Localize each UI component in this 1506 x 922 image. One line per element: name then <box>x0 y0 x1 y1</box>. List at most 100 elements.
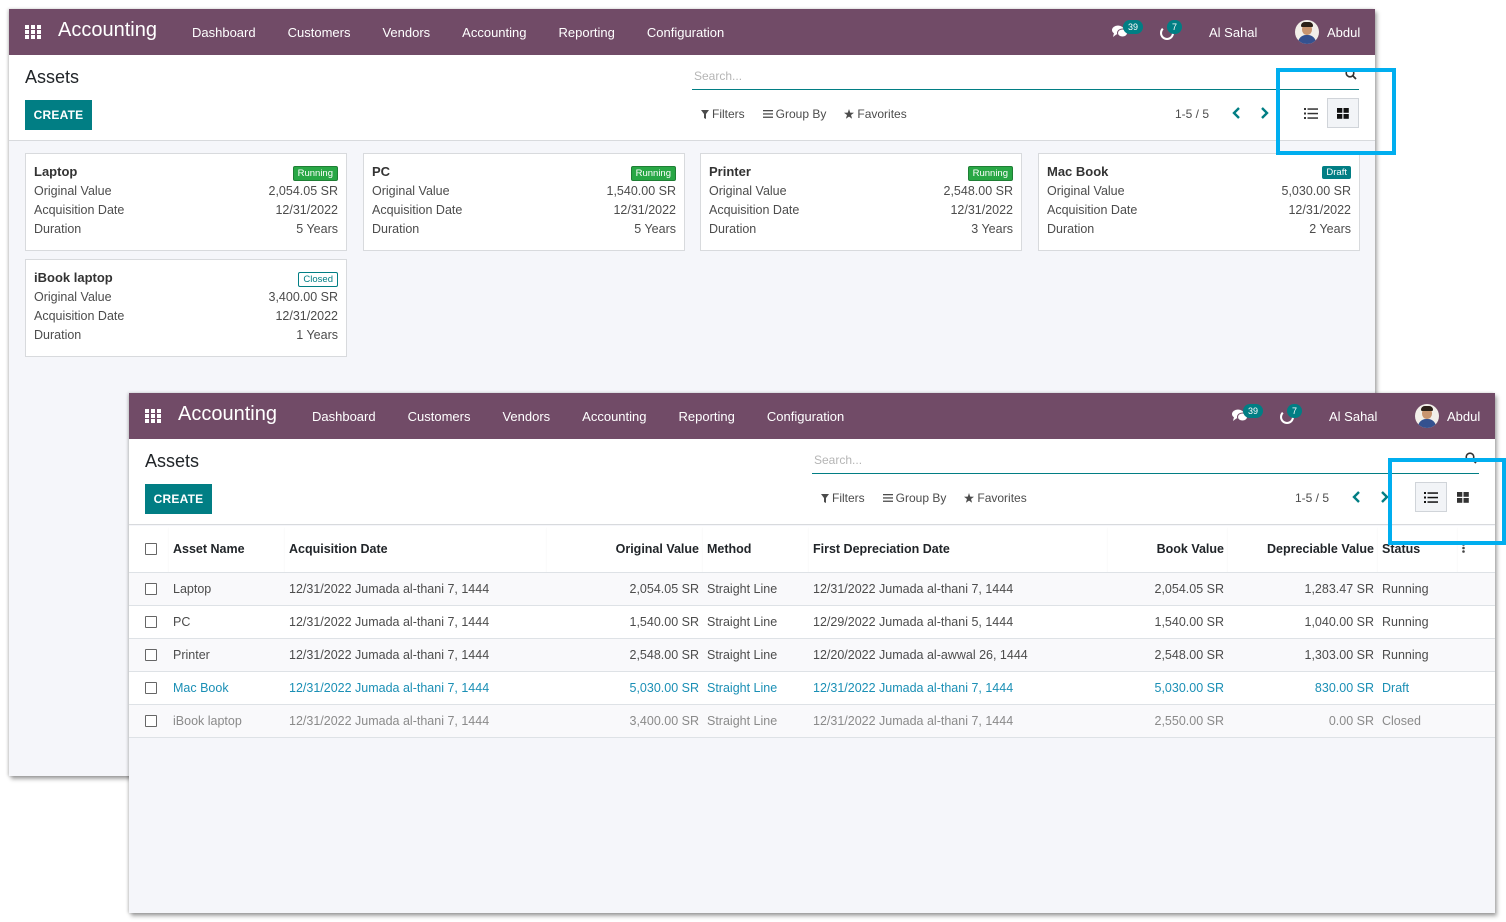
menu-item-accounting[interactable]: Accounting <box>582 409 646 424</box>
field-label: Duration <box>372 222 420 236</box>
field-label: Acquisition Date <box>34 309 125 323</box>
asset-card[interactable]: Mac Book Draft Original Value 5,030.00 SR… <box>1038 153 1360 251</box>
asset-card[interactable]: Laptop Running Original Value 2,054.05 SR… <box>25 153 347 251</box>
field-label: Duration <box>34 328 82 342</box>
status-badge: Running <box>292 166 338 181</box>
user-avatar[interactable] <box>1415 404 1439 428</box>
kanban-grid-icon <box>1457 491 1469 503</box>
list-view-button[interactable] <box>1415 482 1447 512</box>
menu-item-customers[interactable]: Customers <box>408 409 471 424</box>
search-icon[interactable] <box>1465 452 1477 464</box>
row-checkbox[interactable] <box>145 616 157 629</box>
first-depreciation-date-cell: 12/29/2022 Jumada al-thani 5, 1444 <box>809 605 1108 639</box>
menu-item-vendors[interactable]: Vendors <box>502 409 550 424</box>
search-bar <box>812 449 1479 474</box>
method-cell: Straight Line <box>703 572 809 606</box>
pager-next-icon[interactable] <box>1257 105 1271 121</box>
menu-item-vendors[interactable]: Vendors <box>382 25 430 40</box>
pager-next-icon[interactable] <box>1377 489 1391 505</box>
original-value-cell: 2,548.00 SR <box>547 638 703 672</box>
column-header-book-value[interactable]: Book Value <box>1108 526 1228 573</box>
asset-name-cell: Printer <box>169 638 285 672</box>
status-cell: Running <box>1378 638 1458 672</box>
original-value-cell: 3,400.00 SR <box>547 704 703 738</box>
pager-previous-icon[interactable] <box>1230 105 1244 121</box>
asset-card[interactable]: Printer Running Original Value 2,548.00 S… <box>700 153 1022 251</box>
activity-count-badge: 7 <box>1287 404 1303 418</box>
original-value-cell: 1,540.00 SR <box>547 605 703 639</box>
menu-item-accounting[interactable]: Accounting <box>462 25 526 40</box>
list-view-button[interactable] <box>1295 98 1327 128</box>
app-brand[interactable]: Accounting <box>178 403 277 426</box>
asset-name-cell: Mac Book <box>169 671 285 705</box>
user-avatar[interactable] <box>1295 20 1319 44</box>
table-row[interactable]: iBook laptop 12/31/2022 Jumada al-thani … <box>129 704 1495 738</box>
company-switcher[interactable]: Al Sahal <box>1209 25 1257 40</box>
apps-menu-icon[interactable] <box>145 409 161 423</box>
asset-card[interactable]: iBook laptop Closed Original Value 3,400.… <box>25 259 347 357</box>
column-header-first-depreciation-date[interactable]: First Depreciation Date <box>809 526 1108 573</box>
depreciable-value-cell: 0.00 SR <box>1228 704 1378 738</box>
group-by-button[interactable]: Group By <box>882 491 947 505</box>
select-all-checkbox[interactable] <box>145 543 157 556</box>
pager-value[interactable]: 1-5 / 5 <box>1175 107 1209 121</box>
activity-count-badge: 7 <box>1167 20 1183 34</box>
menu-item-dashboard[interactable]: Dashboard <box>312 409 376 424</box>
filters-button[interactable]: Filters <box>821 491 865 505</box>
row-select-cell <box>129 671 169 705</box>
column-header-status[interactable]: Status <box>1378 526 1458 573</box>
column-header-original-value[interactable]: Original Value <box>547 526 703 573</box>
table-row[interactable]: PC 12/31/2022 Jumada al-thani 7, 1444 1,… <box>129 605 1495 639</box>
book-value-cell: 2,550.00 SR <box>1108 704 1228 738</box>
asset-card[interactable]: PC Running Original Value 1,540.00 SR Acq… <box>363 153 685 251</box>
create-button[interactable]: CREATE <box>145 484 212 514</box>
duration: 5 Years <box>634 222 676 236</box>
duration: 2 Years <box>1309 222 1351 236</box>
pager-previous-icon[interactable] <box>1350 489 1364 505</box>
create-button[interactable]: CREATE <box>25 100 92 130</box>
menu-item-configuration[interactable]: Configuration <box>767 409 844 424</box>
menu-item-reporting[interactable]: Reporting <box>559 25 615 40</box>
search-input[interactable] <box>812 449 1452 471</box>
search-input[interactable] <box>692 65 1332 87</box>
user-menu[interactable]: Abdul <box>1327 25 1360 40</box>
favorites-button[interactable]: Favorites <box>964 491 1027 505</box>
control-panel: Assets CREATE Filters Group By Favorites <box>129 439 1495 525</box>
table-row[interactable]: Laptop 12/31/2022 Jumada al-thani 7, 144… <box>129 572 1495 606</box>
list-icon <box>1424 491 1438 503</box>
table-row[interactable]: Printer 12/31/2022 Jumada al-thani 7, 14… <box>129 638 1495 672</box>
row-checkbox[interactable] <box>145 682 157 695</box>
pager-value[interactable]: 1-5 / 5 <box>1295 491 1329 505</box>
menu-item-reporting[interactable]: Reporting <box>679 409 735 424</box>
favorites-button[interactable]: Favorites <box>844 107 907 121</box>
table-row[interactable]: Mac Book 12/31/2022 Jumada al-thani 7, 1… <box>129 671 1495 705</box>
search-icon[interactable] <box>1345 68 1357 80</box>
menu-item-configuration[interactable]: Configuration <box>647 25 724 40</box>
row-checkbox[interactable] <box>145 583 157 596</box>
column-header-acquisition-date[interactable]: Acquisition Date <box>285 526 547 573</box>
kanban-view-button[interactable] <box>1447 482 1479 512</box>
kanban-view-button[interactable] <box>1327 98 1359 128</box>
filters-button[interactable]: Filters <box>701 107 745 121</box>
menu-item-dashboard[interactable]: Dashboard <box>192 25 256 40</box>
company-switcher[interactable]: Al Sahal <box>1329 409 1377 424</box>
column-header-method[interactable]: Method <box>703 526 809 573</box>
column-header-depreciable-value[interactable]: Depreciable Value <box>1228 526 1378 573</box>
acquisition-date-cell: 12/31/2022 Jumada al-thani 7, 1444 <box>285 671 547 705</box>
first-depreciation-date-cell: 12/31/2022 Jumada al-thani 7, 1444 <box>809 704 1108 738</box>
field-label: Original Value <box>34 184 112 198</box>
app-brand[interactable]: Accounting <box>58 19 157 42</box>
optional-columns-toggle[interactable] <box>1458 526 1495 573</box>
group-by-label: Group By <box>895 491 947 505</box>
user-menu[interactable]: Abdul <box>1447 409 1480 424</box>
group-by-button[interactable]: Group By <box>762 107 826 121</box>
menu-item-customers[interactable]: Customers <box>288 25 351 40</box>
column-header-asset-name[interactable]: Asset Name <box>169 526 285 573</box>
first-depreciation-date-cell: 12/31/2022 Jumada al-thani 7, 1444 <box>809 572 1108 606</box>
original-value: 1,540.00 SR <box>606 184 677 198</box>
apps-menu-icon[interactable] <box>25 25 41 39</box>
row-checkbox[interactable] <box>145 715 157 728</box>
filter-icon <box>701 109 709 119</box>
list-icon <box>1304 107 1318 119</box>
row-checkbox[interactable] <box>145 649 157 662</box>
